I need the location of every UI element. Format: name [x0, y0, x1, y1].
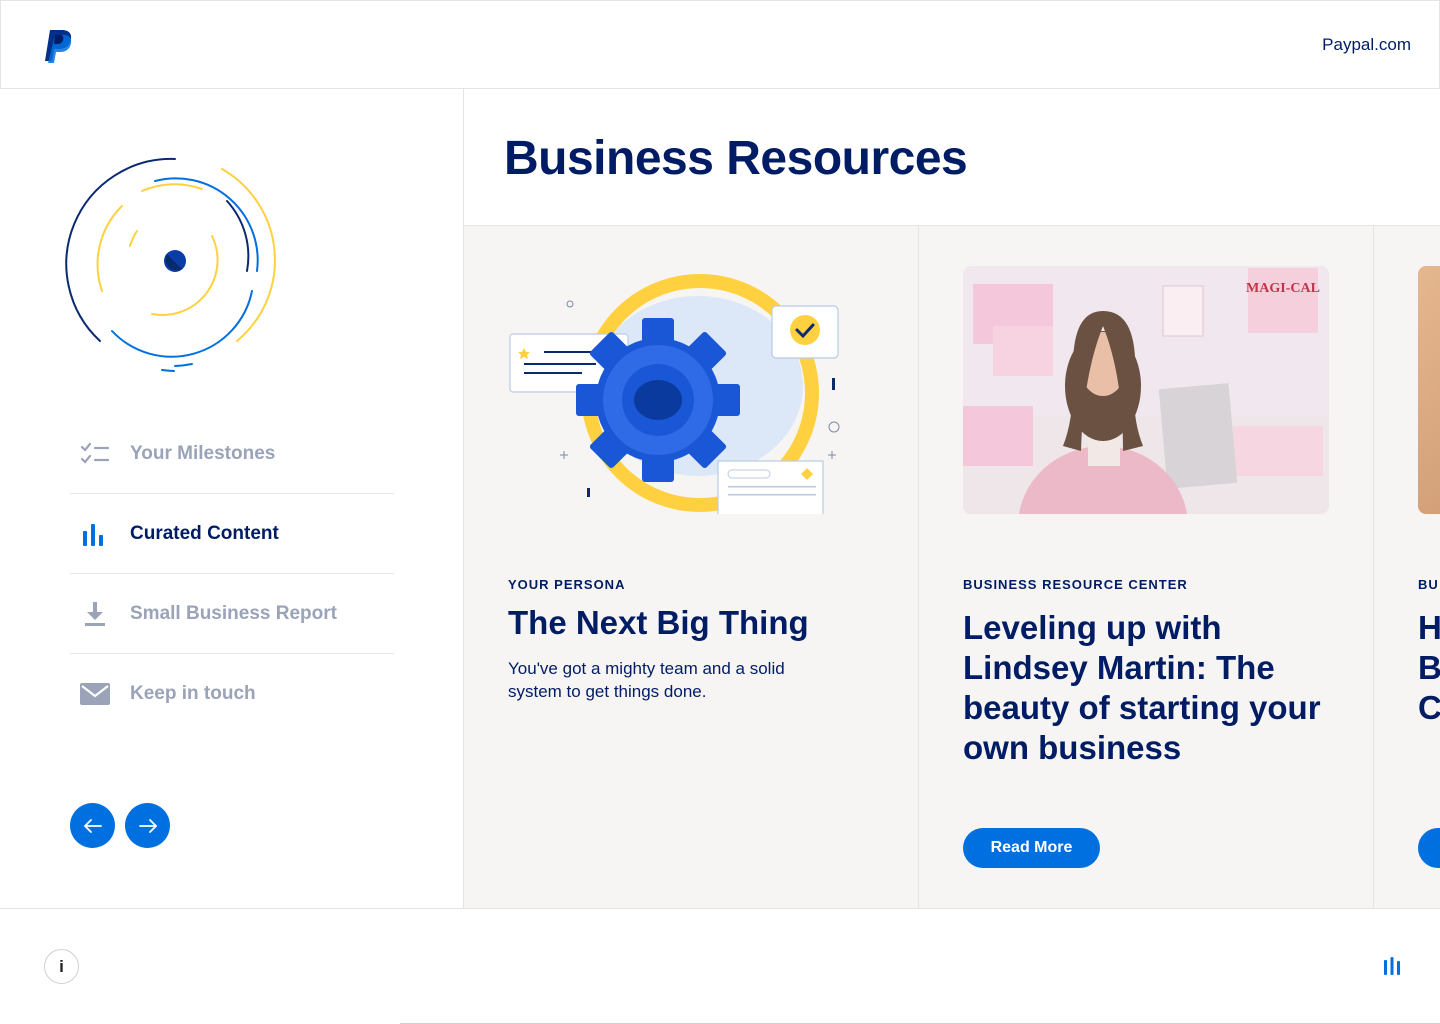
read-more-button[interactable]: Read More — [963, 828, 1100, 868]
card-title: Leveling up with Lindsey Martin: The bea… — [963, 609, 1321, 766]
download-icon — [80, 599, 110, 629]
card-eyebrow: YOUR PERSONA — [508, 577, 626, 592]
next-button[interactable] — [125, 803, 170, 848]
bar-chart-icon — [80, 519, 110, 549]
sidebar-item-milestones[interactable]: Your Milestones — [70, 414, 394, 494]
sidebar-item-label: Keep in touch — [130, 683, 256, 704]
sidebar-item-keep-in-touch[interactable]: Keep in touch — [70, 654, 394, 734]
gear-illustration — [508, 266, 874, 514]
main-content: Business Resources YOUR PERSONA The Next… — [464, 89, 1440, 909]
equalizer-icon[interactable] — [1382, 957, 1402, 977]
sidebar-nav: Your Milestones Curated Content Small Bu… — [70, 414, 394, 734]
lindsey-martin-photo: MAGI-CAL — [963, 266, 1329, 514]
sidebar: Your Milestones Curated Content Small Bu… — [0, 89, 464, 909]
mail-icon — [80, 679, 110, 709]
main-header: Business Resources — [464, 89, 1440, 226]
card-title-partial: H B C — [1418, 609, 1440, 726]
footer: i — [0, 908, 1440, 1024]
card-description: You've got a mighty team and a solid sys… — [508, 659, 785, 701]
arrow-left-icon — [83, 818, 102, 833]
card-eyebrow: BUSINESS RESOURCE CENTER — [963, 577, 1188, 592]
checklist-icon — [80, 439, 110, 469]
paypal-com-link[interactable]: Paypal.com — [1322, 35, 1411, 55]
card-media-partial — [1418, 266, 1440, 514]
sidebar-item-small-business-report[interactable]: Small Business Report — [70, 574, 394, 654]
previous-button[interactable] — [70, 803, 115, 848]
paypal-logo-icon[interactable] — [41, 28, 75, 64]
card-carousel: YOUR PERSONA The Next Big Thing You've g… — [464, 226, 1440, 909]
top-bar: Paypal.com — [0, 0, 1440, 89]
sidebar-item-label: Curated Content — [130, 522, 279, 544]
sidebar-item-label: Your Milestones — [130, 442, 276, 464]
sidebar-item-curated-content[interactable]: Curated Content — [70, 494, 394, 574]
card-eyebrow: BU — [1418, 577, 1439, 592]
photo-sign-text: MAGI-CAL — [1246, 281, 1320, 296]
carousel-controls — [70, 803, 170, 848]
info-button[interactable]: i — [44, 949, 79, 984]
arrow-right-icon — [138, 818, 157, 833]
sidebar-item-label: Small Business Report — [130, 602, 337, 624]
card-partial[interactable]: BU H B C — [1374, 226, 1440, 909]
concentric-rings-illustration — [65, 157, 276, 372]
page-title: Business Resources — [504, 132, 968, 185]
card-business-resource[interactable]: MAGI-CAL BUSINESS RESOURCE CENTER Leveli… — [919, 226, 1374, 909]
card-title: The Next Big Thing — [508, 604, 809, 641]
read-more-button-partial[interactable] — [1418, 828, 1440, 868]
card-persona[interactable]: YOUR PERSONA The Next Big Thing You've g… — [464, 226, 919, 909]
